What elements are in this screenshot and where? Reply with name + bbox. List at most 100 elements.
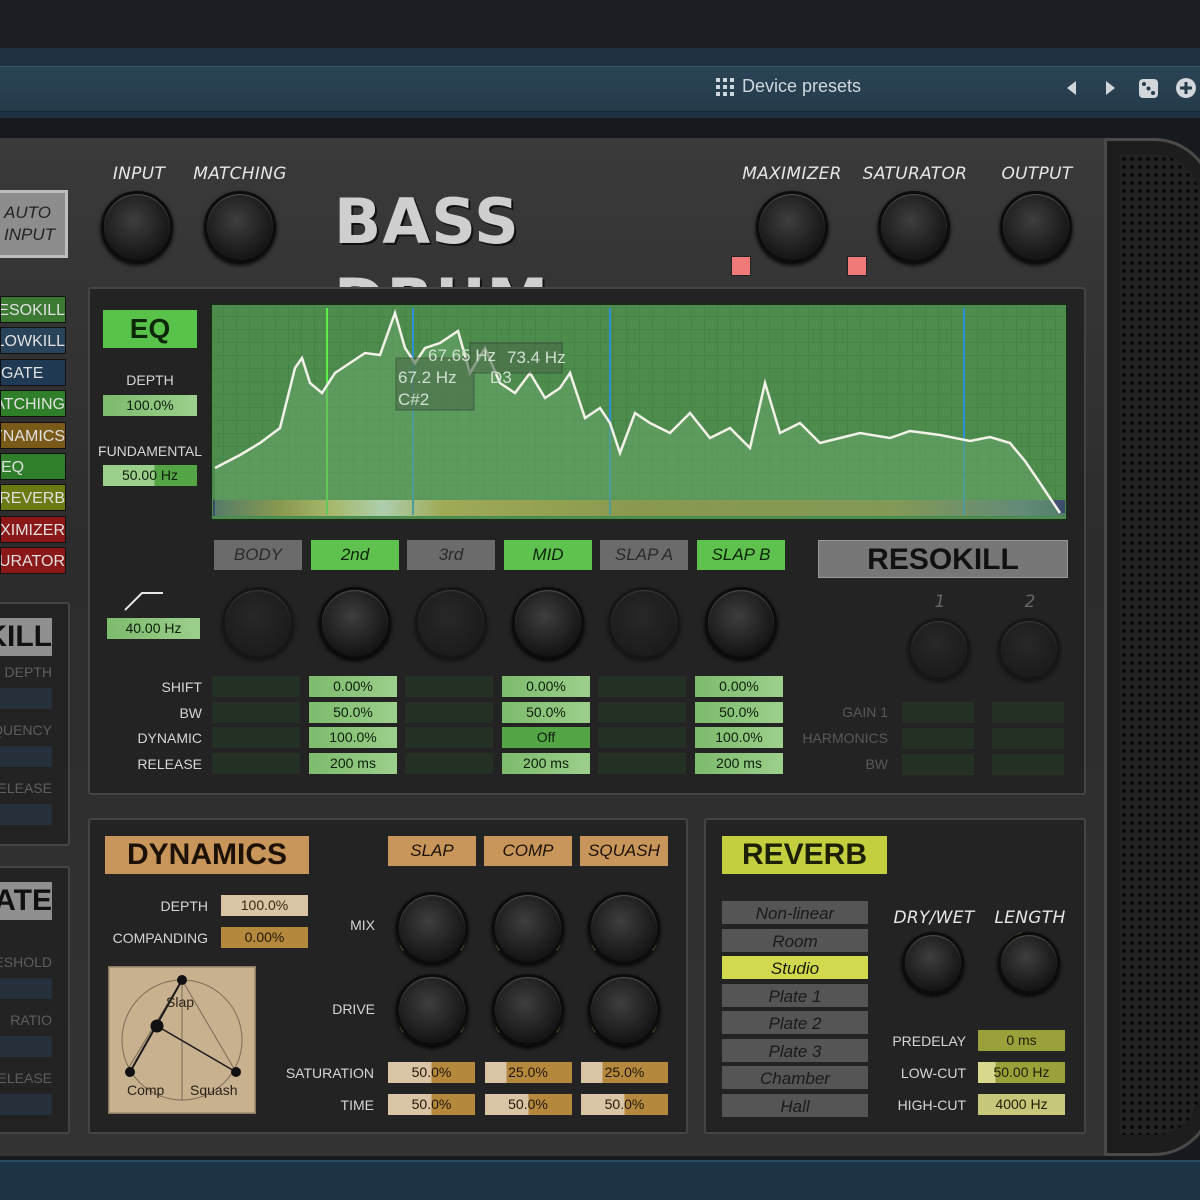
module-toggle-maximizer[interactable]: MAXIMIZER: [0, 515, 66, 543]
resokill-knob-1[interactable]: [908, 618, 970, 680]
module-toggle-lowkill[interactable]: LOWKILL: [0, 327, 66, 355]
module-toggle-dynamics[interactable]: DYNAMICS: [0, 421, 66, 449]
eq-band-slap-a-dynamic-field[interactable]: [598, 727, 686, 749]
resokill-gain-1-field[interactable]: [902, 702, 974, 723]
module-toggle-resokill[interactable]: RESOKILL: [0, 296, 66, 323]
dynamics-drive-knob-comp[interactable]: [492, 974, 564, 1046]
dynamics-time-field-slap[interactable]: 50.0%: [388, 1094, 475, 1115]
reverb-type-studio[interactable]: Studio: [721, 955, 869, 980]
eq-band-mid-shift-field[interactable]: 0.00%: [502, 676, 590, 697]
eq-band-3rd-dynamic-field[interactable]: [405, 727, 493, 749]
gate-title[interactable]: GATE: [0, 882, 52, 920]
eq-band-mid-dynamic-field[interactable]: Off: [502, 727, 590, 749]
eq-band-mid-knob[interactable]: [512, 587, 584, 659]
module-toggle-reverb[interactable]: REVERB: [0, 484, 66, 512]
eq-band-slap-b-shift-field[interactable]: 0.00%: [695, 676, 783, 697]
eq-band-2nd-shift-field[interactable]: 0.00%: [309, 676, 397, 697]
reverb-title-button[interactable]: REVERB: [722, 836, 887, 874]
dynamics-depth-field[interactable]: 100.0%: [221, 895, 308, 916]
reverb-type-plate-2[interactable]: Plate 2: [721, 1010, 869, 1035]
device-presets-button[interactable]: Device presets: [716, 76, 861, 97]
resokill-title-button[interactable]: RESOKILL: [818, 540, 1068, 578]
eq-fundamental-field[interactable]: 50.00 Hz: [103, 465, 197, 486]
eq-band-2nd-button[interactable]: 2nd: [311, 540, 399, 570]
lowkill-release-field[interactable]: [0, 804, 52, 825]
eq-band-3rd-shift-field[interactable]: [405, 676, 493, 697]
reverb-type-chamber[interactable]: Chamber: [721, 1065, 869, 1090]
eq-highpass-field[interactable]: 40.00 Hz: [107, 618, 200, 639]
module-toggle-eq[interactable]: EQ: [0, 453, 66, 480]
eq-band-slap-a-knob[interactable]: [608, 587, 680, 659]
eq-band-2nd-dynamic-field[interactable]: 100.0%: [309, 727, 397, 749]
dynamics-saturation-field-squash[interactable]: 25.0%: [581, 1062, 668, 1083]
reverb-length-knob[interactable]: [998, 932, 1060, 994]
eq-band-slap-b-bw-field[interactable]: 50.0%: [695, 701, 783, 723]
eq-band-body-release-field[interactable]: [212, 752, 300, 774]
eq-band-mid-button[interactable]: MID: [504, 540, 592, 570]
resokill-gain-2-field[interactable]: [992, 702, 1064, 723]
lowkill-depth-field[interactable]: [0, 688, 52, 709]
dynamics-drive-knob-squash[interactable]: [588, 974, 660, 1046]
dynamics-mode-comp[interactable]: COMP: [484, 836, 572, 866]
eq-band-2nd-bw-field[interactable]: 50.0%: [309, 701, 397, 723]
prev-arrow-icon[interactable]: [1066, 81, 1078, 95]
gate-release-field[interactable]: [0, 1094, 52, 1115]
lowkill-frequency-field[interactable]: [0, 746, 52, 767]
dynamics-mode-slap[interactable]: SLAP: [388, 836, 476, 866]
eq-band-mid-bw-field[interactable]: 50.0%: [502, 701, 590, 723]
lowkill-title[interactable]: LOWKILL: [0, 618, 52, 656]
dynamics-saturation-field-comp[interactable]: 25.0%: [484, 1062, 572, 1083]
gate-threshold-field[interactable]: [0, 978, 52, 999]
eq-band-body-button[interactable]: BODY: [214, 540, 302, 570]
eq-band-slap-b-release-field[interactable]: 200 ms: [695, 752, 783, 774]
eq-band-body-shift-field[interactable]: [212, 676, 300, 697]
eq-band-body-knob[interactable]: [222, 587, 294, 659]
reverb-type-plate-3[interactable]: Plate 3: [721, 1037, 869, 1063]
reverb-type-plate-1[interactable]: Plate 1: [721, 982, 869, 1008]
dynamics-xy-pad[interactable]: Slap Comp Squash: [108, 966, 256, 1114]
dynamics-time-field-comp[interactable]: 50.0%: [484, 1094, 572, 1115]
dynamics-mix-knob-squash[interactable]: [588, 892, 660, 964]
matching-knob[interactable]: [204, 191, 276, 263]
eq-band-slap-b-button[interactable]: SLAP B: [697, 540, 785, 570]
dynamics-time-field-squash[interactable]: 50.0%: [581, 1094, 668, 1115]
dynamics-mix-knob-slap[interactable]: [396, 892, 468, 964]
eq-band-slap-a-shift-field[interactable]: [598, 676, 686, 697]
module-toggle-matching[interactable]: MATCHING: [0, 390, 66, 418]
resokill-harmonics-2-field[interactable]: [992, 728, 1064, 749]
input-knob[interactable]: [101, 191, 173, 263]
eq-band-2nd-knob[interactable]: [319, 587, 391, 659]
random-dice-icon[interactable]: [1139, 79, 1158, 98]
gate-ratio-field[interactable]: [0, 1036, 52, 1057]
dynamics-drive-knob-slap[interactable]: [396, 974, 468, 1046]
reverb-drywet-knob[interactable]: [902, 932, 964, 994]
dynamics-saturation-field-slap[interactable]: 50.0%: [388, 1062, 475, 1083]
add-icon[interactable]: [1175, 77, 1197, 99]
spectrum-display[interactable]: 67.65 Hz 67.2 Hz C#2 73.4 Hz D3: [210, 303, 1068, 521]
resokill-harmonics-1-field[interactable]: [902, 728, 974, 749]
reverb-type-hall[interactable]: Hall: [721, 1092, 869, 1118]
eq-band-3rd-release-field[interactable]: [405, 752, 493, 774]
eq-band-3rd-button[interactable]: 3rd: [407, 540, 495, 570]
eq-band-3rd-knob[interactable]: [415, 587, 487, 659]
eq-band-slap-a-bw-field[interactable]: [598, 701, 686, 723]
saturator-knob[interactable]: [878, 191, 950, 263]
auto-input-button[interactable]: AUTO INPUT: [0, 190, 68, 258]
dynamics-title-button[interactable]: DYNAMICS: [105, 836, 309, 874]
eq-depth-field[interactable]: 100.0%: [103, 395, 197, 416]
module-toggle-saturator[interactable]: SATURATOR: [0, 547, 66, 575]
eq-band-slap-a-button[interactable]: SLAP A: [600, 540, 688, 570]
eq-band-2nd-release-field[interactable]: 200 ms: [309, 752, 397, 774]
dynamics-companding-field[interactable]: 0.00%: [221, 927, 308, 948]
eq-band-slap-b-knob[interactable]: [705, 587, 777, 659]
reverb-type-room[interactable]: Room: [721, 927, 869, 953]
dynamics-mix-knob-comp[interactable]: [492, 892, 564, 964]
reverb-type-non-linear[interactable]: Non-linear: [721, 900, 869, 925]
next-arrow-icon[interactable]: [1104, 81, 1116, 95]
eq-band-slap-a-release-field[interactable]: [598, 752, 686, 774]
resokill-bw-1-field[interactable]: [902, 754, 974, 775]
eq-band-mid-release-field[interactable]: 200 ms: [502, 752, 590, 774]
eq-band-body-dynamic-field[interactable]: [212, 727, 300, 749]
eq-band-3rd-bw-field[interactable]: [405, 701, 493, 723]
reverb-predelay-field[interactable]: 0 ms: [978, 1030, 1065, 1051]
